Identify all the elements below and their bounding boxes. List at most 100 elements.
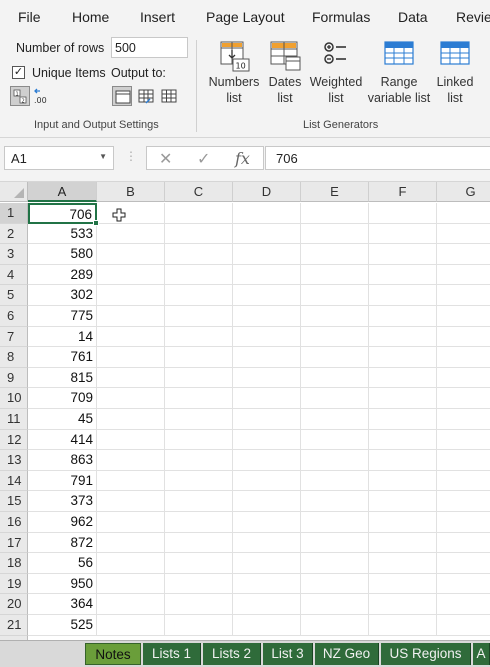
cell-f1[interactable] <box>369 203 437 224</box>
cell-d8[interactable] <box>233 347 301 368</box>
cell-e9[interactable] <box>301 367 369 389</box>
row-header-11[interactable]: 11 <box>0 409 28 430</box>
row-header-19[interactable]: 19 <box>0 573 28 595</box>
formula-input[interactable]: 706 <box>265 146 490 170</box>
column-header-g[interactable]: G <box>437 182 490 202</box>
cell-b14[interactable] <box>97 470 165 492</box>
sheet-tab-nz-geo[interactable]: NZ Geo <box>315 643 379 665</box>
cell-d7[interactable] <box>233 326 301 348</box>
cell-d4[interactable] <box>233 264 301 286</box>
cell-c2[interactable] <box>165 223 233 245</box>
cell-d19[interactable] <box>233 573 301 595</box>
cell-e8[interactable] <box>301 347 369 368</box>
cell-c11[interactable] <box>165 409 233 430</box>
cell-b19[interactable] <box>97 573 165 595</box>
cell-a4[interactable]: 289 <box>28 264 97 286</box>
row-header-17[interactable]: 17 <box>0 532 28 554</box>
cell-g9[interactable] <box>437 368 490 389</box>
cell-c4[interactable] <box>165 264 233 286</box>
cell-c9[interactable] <box>165 367 233 389</box>
row-header-7[interactable]: 7 <box>0 326 28 348</box>
cell-a18[interactable]: 56 <box>28 553 97 574</box>
row-header-13[interactable]: 13 <box>0 450 28 471</box>
cell-c5[interactable] <box>165 285 233 306</box>
tab-home[interactable]: Home <box>72 9 109 25</box>
cell-f16[interactable] <box>369 512 437 533</box>
chevron-down-icon[interactable]: ▼ <box>99 152 107 161</box>
function-icon[interactable]: fx <box>235 149 250 168</box>
cell-e17[interactable] <box>301 532 369 554</box>
linked-list-button[interactable]: Linked list <box>433 40 477 106</box>
cell-a7[interactable]: 14 <box>28 326 97 348</box>
cell-b1[interactable] <box>97 203 165 224</box>
cell-b20[interactable] <box>97 594 165 615</box>
cell-f14[interactable] <box>369 470 437 492</box>
cell-d14[interactable] <box>233 470 301 492</box>
cell-d10[interactable] <box>233 388 301 409</box>
cell-f17[interactable] <box>369 532 437 554</box>
cell-a11[interactable]: 45 <box>28 409 97 430</box>
cell-c7[interactable] <box>165 326 233 348</box>
cell-g17[interactable] <box>437 533 490 554</box>
cell-c12[interactable] <box>165 429 233 451</box>
cell-a20[interactable]: 364 <box>28 594 97 615</box>
row-header-18[interactable]: 18 <box>0 553 28 574</box>
decimal-format-icon[interactable]: .00 <box>32 86 52 106</box>
cell-d3[interactable] <box>233 244 301 265</box>
cell-f6[interactable] <box>369 306 437 327</box>
cell-a14[interactable]: 791 <box>28 470 97 492</box>
column-header-f[interactable]: F <box>369 182 437 202</box>
cell-c10[interactable] <box>165 388 233 409</box>
cell-e4[interactable] <box>301 264 369 286</box>
cell-f2[interactable] <box>369 223 437 245</box>
name-box[interactable]: A1 ▼ <box>4 146 114 170</box>
cell-f15[interactable] <box>369 491 437 512</box>
cell-f8[interactable] <box>369 347 437 368</box>
cell-b11[interactable] <box>97 409 165 430</box>
column-header-b[interactable]: B <box>97 182 165 202</box>
cell-d16[interactable] <box>233 512 301 533</box>
cell-c14[interactable] <box>165 470 233 492</box>
cell-g7[interactable] <box>437 327 490 348</box>
cell-e19[interactable] <box>301 573 369 595</box>
cell-e3[interactable] <box>301 244 369 265</box>
cell-a3[interactable]: 580 <box>28 244 97 265</box>
output-sheet-icon[interactable] <box>112 86 132 106</box>
cell-c13[interactable] <box>165 450 233 471</box>
cell-d15[interactable] <box>233 491 301 512</box>
cell-e6[interactable] <box>301 306 369 327</box>
integer-format-icon[interactable]: 1 2 <box>10 86 30 106</box>
cell-d5[interactable] <box>233 285 301 306</box>
cell-e10[interactable] <box>301 388 369 409</box>
cell-a15[interactable]: 373 <box>28 491 97 512</box>
cell-g13[interactable] <box>437 450 490 471</box>
sheet-tab-notes[interactable]: Notes <box>85 643 141 665</box>
cell-g2[interactable] <box>437 224 490 245</box>
cell-b15[interactable] <box>97 491 165 512</box>
cell-b16[interactable] <box>97 512 165 533</box>
cell-b8[interactable] <box>97 347 165 368</box>
cell-c20[interactable] <box>165 594 233 615</box>
cell-g6[interactable] <box>437 306 490 327</box>
cell-f5[interactable] <box>369 285 437 306</box>
cell-d20[interactable] <box>233 594 301 615</box>
cell-g19[interactable] <box>437 574 490 595</box>
cell-d17[interactable] <box>233 532 301 554</box>
cell-g5[interactable] <box>437 285 490 306</box>
cell-e12[interactable] <box>301 429 369 451</box>
cell-d11[interactable] <box>233 409 301 430</box>
cell-b4[interactable] <box>97 264 165 286</box>
sheet-tab-more[interactable]: A <box>473 643 490 665</box>
cell-f19[interactable] <box>369 573 437 595</box>
cell-g20[interactable] <box>437 594 490 615</box>
cell-e15[interactable] <box>301 491 369 512</box>
cell-b9[interactable] <box>97 367 165 389</box>
sheet-tab-lists-1[interactable]: Lists 1 <box>143 643 201 665</box>
cell-c3[interactable] <box>165 244 233 265</box>
cell-c21[interactable] <box>165 615 233 636</box>
tab-file[interactable]: File <box>18 9 41 25</box>
cell-g8[interactable] <box>437 347 490 368</box>
cell-b3[interactable] <box>97 244 165 265</box>
row-header-4[interactable]: 4 <box>0 264 28 286</box>
sheet-tab-us-regions[interactable]: US Regions <box>381 643 471 665</box>
